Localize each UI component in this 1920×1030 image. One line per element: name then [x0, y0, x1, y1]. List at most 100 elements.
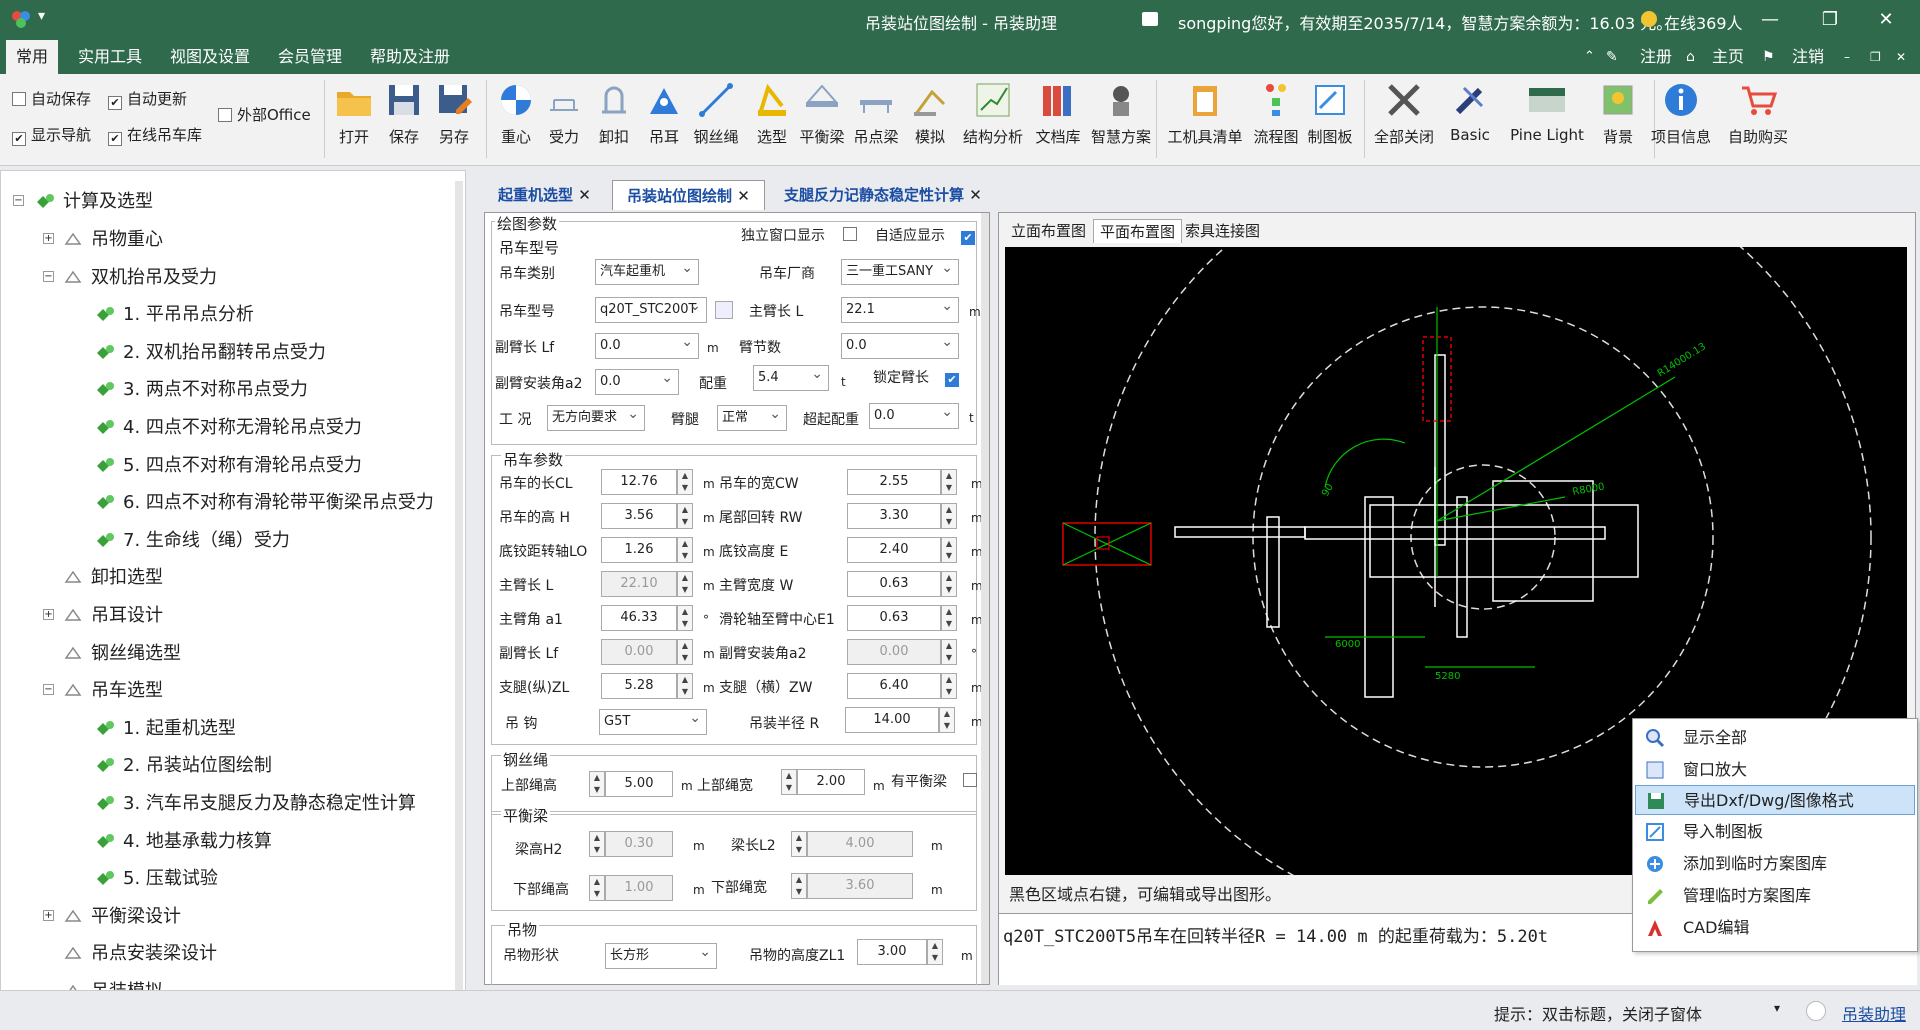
- balance-beam-button[interactable]: 平衡梁: [794, 80, 850, 147]
- beam-length-input[interactable]: 4.00: [807, 831, 913, 857]
- sections-select[interactable]: 0.0: [841, 333, 959, 359]
- theme-pine-light-button[interactable]: Pine Light: [1504, 80, 1590, 144]
- hook-select[interactable]: G5T: [599, 709, 707, 735]
- external-office-checkbox[interactable]: 外部Office: [218, 104, 311, 125]
- crane-param-spinner[interactable]: ▲ ▼: [677, 673, 693, 699]
- close-all-button[interactable]: 全部关闭: [1372, 80, 1436, 147]
- lug-button[interactable]: 吊耳: [636, 80, 692, 147]
- lock-boom-checkbox[interactable]: ✔: [945, 367, 964, 387]
- crane-param-input[interactable]: 5.28: [601, 673, 677, 699]
- autoupdate-checkbox[interactable]: ✔ 自动更新: [108, 88, 187, 110]
- extra-counterweight-select[interactable]: 0.0: [869, 403, 959, 429]
- crane-param-input[interactable]: 1.26: [601, 537, 677, 563]
- menu-add-temp-library[interactable]: 添加到临时方案图库: [1635, 849, 1915, 879]
- crane-param-input[interactable]: 3.30: [847, 503, 941, 529]
- shackle-button[interactable]: 卸扣: [586, 80, 642, 147]
- upper-height-input[interactable]: 5.00: [605, 771, 673, 797]
- beam-length-spinner[interactable]: ▲ ▼: [791, 831, 807, 857]
- tree-item[interactable]: 5. 四点不对称有滑轮吊点受力: [95, 451, 362, 477]
- menu-help[interactable]: 帮助及注册: [360, 40, 460, 74]
- tree-expander[interactable]: −: [43, 270, 54, 282]
- menu-import-board[interactable]: 导入制图板: [1635, 817, 1915, 847]
- crane-param-input[interactable]: 2.55: [847, 469, 941, 495]
- tree-item[interactable]: 7. 生命线（绳）受力: [95, 526, 290, 552]
- load-height-input[interactable]: 3.00: [857, 939, 927, 965]
- minimize-button[interactable]: —: [1748, 4, 1792, 36]
- mdi-restore-icon[interactable]: ❐: [1870, 40, 1881, 74]
- flowchart-button[interactable]: 流程图: [1248, 80, 1304, 147]
- wire-rope-button[interactable]: 钢丝绳: [688, 80, 744, 147]
- tree-item[interactable]: 3. 两点不对称吊点受力: [95, 375, 308, 401]
- menu-member[interactable]: 会员管理: [268, 40, 352, 74]
- tree-item[interactable]: 吊点安装梁设计: [63, 939, 217, 965]
- lower-height-input[interactable]: 1.00: [605, 875, 673, 901]
- menu-manage-temp-library[interactable]: 管理临时方案图库: [1635, 881, 1915, 911]
- crane-param-spinner[interactable]: ▲ ▼: [941, 571, 957, 597]
- radius-input[interactable]: 14.00: [845, 707, 939, 733]
- counterweight-select[interactable]: 5.4: [753, 365, 829, 391]
- doc-library-button[interactable]: 文档库: [1030, 80, 1086, 147]
- lifting-beam-button[interactable]: 吊点梁: [848, 80, 904, 147]
- tree-item[interactable]: 2. 吊装站位图绘制: [95, 751, 272, 777]
- menu-cad-edit[interactable]: CAD编辑: [1635, 913, 1915, 943]
- tree-item[interactable]: 双机抬吊及受力: [63, 263, 217, 289]
- tree-item[interactable]: 吊车选型: [63, 676, 163, 702]
- home-link[interactable]: 主页: [1712, 40, 1744, 74]
- tree-item[interactable]: 1. 起重机选型: [95, 714, 236, 740]
- beam-height-spinner[interactable]: ▲ ▼: [589, 831, 605, 857]
- crane-param-input[interactable]: 12.76: [601, 469, 677, 495]
- menu-common[interactable]: 常用: [6, 40, 59, 74]
- project-info-button[interactable]: 项目信息: [1646, 80, 1716, 147]
- crane-param-spinner[interactable]: ▲ ▼: [677, 503, 693, 529]
- lower-width-input[interactable]: 3.60: [807, 873, 913, 899]
- logout-link[interactable]: 注销: [1792, 40, 1824, 74]
- tool-list-button[interactable]: 工机具清单: [1166, 80, 1244, 147]
- tree-expander[interactable]: −: [43, 684, 54, 696]
- app-logo-icon[interactable]: [10, 8, 32, 30]
- crane-param-input[interactable]: 0.63: [847, 571, 941, 597]
- mdi-minimize-icon[interactable]: –: [1844, 40, 1850, 74]
- crane-param-spinner[interactable]: ▲ ▼: [677, 571, 693, 597]
- arm-select[interactable]: 正常: [717, 405, 787, 431]
- tree-item[interactable]: 4. 四点不对称无滑轮吊点受力: [95, 413, 362, 439]
- crane-param-input[interactable]: 2.40: [847, 537, 941, 563]
- tree-item[interactable]: 吊耳设计: [63, 601, 163, 627]
- crane-param-spinner[interactable]: ▲ ▼: [677, 605, 693, 631]
- params-scrollbar[interactable]: [981, 213, 989, 984]
- lower-height-spinner[interactable]: ▲ ▼: [589, 875, 605, 901]
- theme-basic-button[interactable]: Basic: [1440, 80, 1500, 144]
- crane-param-spinner[interactable]: ▲ ▼: [941, 537, 957, 563]
- tree-item[interactable]: 卸扣选型: [63, 563, 163, 589]
- crane-param-input[interactable]: 22.10: [601, 571, 677, 597]
- crane-param-spinner[interactable]: ▲ ▼: [941, 469, 957, 495]
- tree-expander[interactable]: +: [43, 909, 54, 921]
- tree-item[interactable]: 6. 四点不对称有滑轮带平衡梁吊点受力: [95, 488, 434, 514]
- tab-plan[interactable]: 平面布置图: [1093, 219, 1183, 243]
- upper-width-spinner[interactable]: ▲ ▼: [781, 769, 797, 795]
- menu-export-dxf[interactable]: 导出Dxf/Dwg/图像格式: [1635, 785, 1915, 815]
- crane-param-input[interactable]: 0.00: [601, 639, 677, 665]
- save-as-button[interactable]: 另存: [426, 80, 482, 147]
- lower-width-spinner[interactable]: ▲ ▼: [791, 873, 807, 899]
- crane-param-input[interactable]: 3.56: [601, 503, 677, 529]
- tree-expander[interactable]: +: [43, 233, 54, 244]
- status-dropdown-icon[interactable]: ▾: [1774, 1001, 1780, 1015]
- independent-window-checkbox[interactable]: [843, 225, 862, 243]
- quick-access-dropdown-icon[interactable]: ▾: [38, 8, 45, 24]
- tree-item[interactable]: 4. 地基承载力核算: [95, 827, 272, 853]
- drawing-board-button[interactable]: 制图板: [1302, 80, 1358, 147]
- boom-select[interactable]: 22.1: [841, 297, 959, 323]
- crane-param-input[interactable]: 0.63: [847, 605, 941, 631]
- upper-width-input[interactable]: 2.00: [797, 769, 865, 795]
- force-button[interactable]: 受力: [536, 80, 592, 147]
- shape-select[interactable]: 长方形: [605, 943, 717, 969]
- tree-item[interactable]: 平衡梁设计: [63, 902, 181, 928]
- tab-rigging[interactable]: 索具连接图: [1179, 219, 1266, 243]
- tree-item[interactable]: 2. 双机抬吊翻转吊点受力: [95, 338, 326, 364]
- model-search-icon[interactable]: [715, 301, 733, 319]
- autosave-checkbox[interactable]: 自动保存: [12, 88, 91, 109]
- crane-param-input[interactable]: 6.40: [847, 673, 941, 699]
- tree-item[interactable]: 钢丝绳选型: [63, 639, 181, 665]
- crane-param-spinner[interactable]: ▲ ▼: [677, 639, 693, 665]
- tree-root[interactable]: 计算及选型: [35, 187, 153, 213]
